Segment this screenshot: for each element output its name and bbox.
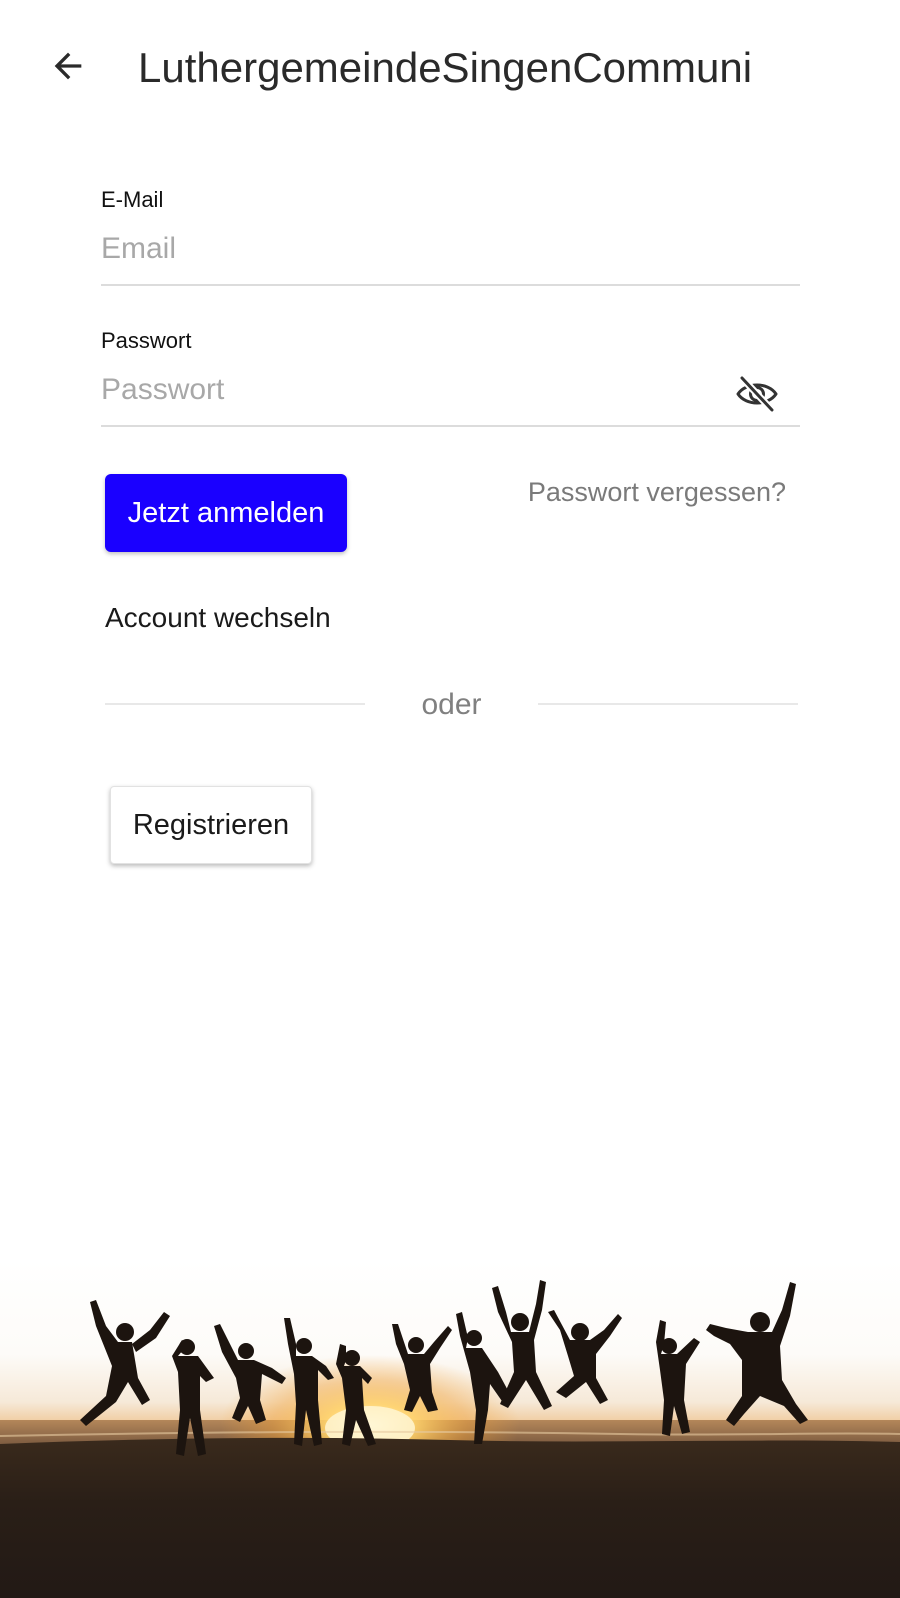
password-field-group: Passwort <box>101 327 800 427</box>
email-field-group: E-Mail <box>101 186 800 286</box>
sunset-silhouettes-image <box>0 1260 900 1598</box>
arrow-left-icon <box>54 52 82 80</box>
switch-account-link[interactable]: Account wechseln <box>105 600 331 636</box>
divider-label: oder <box>421 688 482 721</box>
email-input[interactable] <box>101 218 800 286</box>
back-button[interactable] <box>40 38 96 94</box>
password-input[interactable] <box>101 359 800 427</box>
divider-line-right <box>538 703 798 705</box>
eye-off-icon <box>736 375 778 413</box>
login-screen: LuthergemeindeSingenCommuni E-Mail Passw… <box>0 0 900 1598</box>
register-button[interactable]: Registrieren <box>110 786 312 864</box>
password-label: Passwort <box>101 328 192 353</box>
divider-line-left <box>105 703 365 705</box>
app-bar: LuthergemeindeSingenCommuni <box>0 0 900 140</box>
email-label: E-Mail <box>101 187 164 212</box>
forgot-password-link[interactable]: Passwort vergessen? <box>496 474 786 510</box>
password-input-wrapper <box>101 359 800 427</box>
login-button[interactable]: Jetzt anmelden <box>105 474 347 552</box>
hero-image <box>0 1260 900 1598</box>
password-visibility-toggle[interactable] <box>732 371 782 417</box>
page-title: LuthergemeindeSingenCommuni <box>138 44 753 91</box>
